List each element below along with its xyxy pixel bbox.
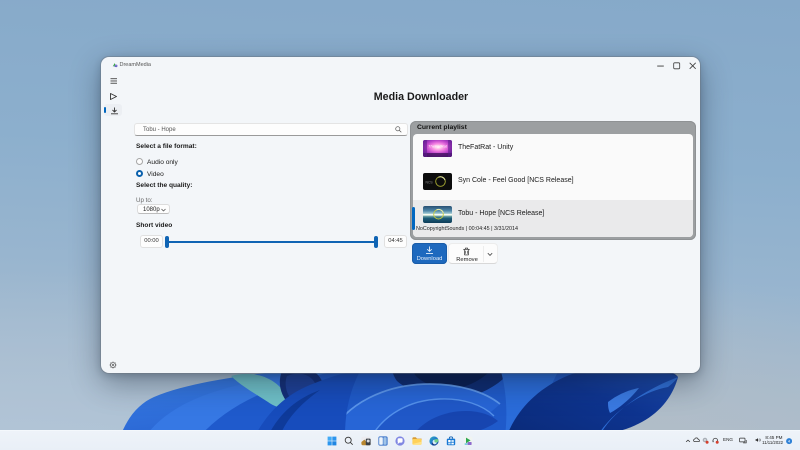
- svg-text:TheFatRat: TheFatRat: [428, 144, 448, 149]
- svg-text:NCS: NCS: [426, 181, 434, 185]
- svg-text:4: 4: [788, 440, 790, 444]
